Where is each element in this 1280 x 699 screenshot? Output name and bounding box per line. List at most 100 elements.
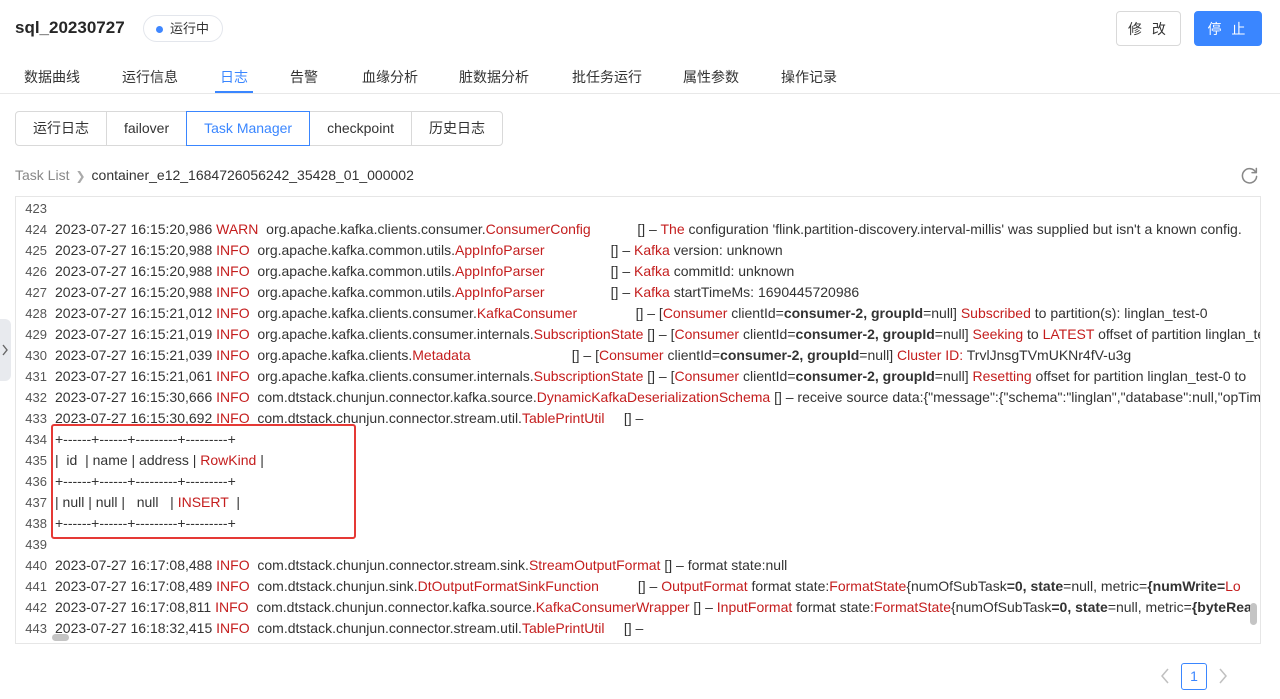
log-text: INFO — [216, 326, 250, 342]
tab-logs[interactable]: 日志 — [220, 67, 248, 87]
log-line-number: 432 — [25, 390, 47, 405]
log-type-failover[interactable]: failover — [106, 111, 188, 146]
log-type-checkpoint[interactable]: checkpoint — [309, 111, 413, 146]
log-viewer[interactable]: 423 424 2023-07-27 16:15:20,986 WARN org.a… — [15, 196, 1261, 644]
log-line-number: 440 — [25, 558, 47, 573]
log-line: 428 2023-07-27 16:15:21,012 INFO org.apac… — [16, 303, 1260, 324]
log-text: {numOfSubTask — [906, 578, 1007, 594]
tab-run-info[interactable]: 运行信息 — [122, 67, 178, 87]
status-badge: 运行中 — [143, 15, 224, 42]
log-type-history[interactable]: 历史日志 — [411, 111, 504, 146]
log-text: AppInfoParser — [455, 284, 545, 300]
log-text: org.apache.kafka.common.utils. — [249, 263, 456, 279]
vertical-scrollbar-thumb[interactable] — [1250, 603, 1257, 625]
log-text: =null, metric= — [1063, 578, 1148, 594]
log-text: FormatState — [873, 599, 951, 615]
log-text: [] – format state:null — [660, 557, 788, 573]
log-text: 2023-07-27 16:17:08,488 — [55, 557, 217, 573]
log-text: Metadata — [412, 347, 471, 363]
log-text: [] – receive source data:{"message":{"sc… — [770, 389, 1261, 405]
log-text: LATEST — [1042, 326, 1095, 342]
log-text: clientId= — [727, 305, 784, 321]
log-line-number: 439 — [25, 537, 47, 552]
log-text: offset for partition linglan_test-0 to — [1031, 368, 1247, 384]
log-text: Resetting — [972, 368, 1032, 384]
log-text: state — [1075, 599, 1108, 615]
log-line-number: 437 — [25, 495, 47, 510]
log-text: =0, — [1006, 578, 1031, 594]
next-page-icon[interactable] — [1215, 663, 1231, 689]
log-type-task-manager[interactable]: Task Manager — [186, 111, 311, 146]
log-text: 2023-07-27 16:15:21,039 — [55, 347, 217, 363]
tab-alerts[interactable]: 告警 — [290, 67, 318, 87]
log-line: 429 2023-07-27 16:15:21,019 INFO org.apac… — [16, 324, 1260, 345]
log-text: format state: — [792, 599, 874, 615]
log-line-number: 425 — [25, 243, 47, 258]
log-text: startTimeMs: 1690445720986 — [669, 284, 860, 300]
log-text: [] – — [544, 242, 634, 258]
prev-page-icon[interactable] — [1157, 663, 1173, 689]
log-line-number: 443 — [25, 621, 47, 636]
log-text: 2023-07-27 16:15:30,666 — [55, 389, 217, 405]
log-text: 2023-07-27 16:15:20,988 — [55, 242, 217, 258]
log-text: StreamOutputFormat — [528, 557, 661, 573]
log-text: to — [1023, 326, 1043, 342]
tab-data-curve[interactable]: 数据曲线 — [24, 67, 80, 87]
page-number-current[interactable]: 1 — [1181, 663, 1207, 690]
log-text: =0, — [1051, 599, 1076, 615]
log-line: 425 2023-07-27 16:15:20,988 INFO org.apac… — [16, 240, 1260, 261]
log-text: org.apache.kafka.clients.consumer.intern… — [249, 326, 534, 342]
log-text: com.dtstack.chunjun.connector.kafka.sour… — [249, 389, 537, 405]
log-text: 2023-07-27 16:15:20,986 — [55, 221, 217, 237]
status-label: 运行中 — [170, 21, 210, 36]
log-text: 2023-07-27 16:15:20,988 — [55, 263, 217, 279]
log-text: clientId= — [663, 347, 721, 363]
log-type-run-log[interactable]: 运行日志 — [15, 111, 107, 146]
log-text: consumer-2, groupId — [720, 347, 860, 363]
log-text: TablePrintUtil — [521, 620, 605, 636]
log-text: INFO — [216, 305, 250, 321]
log-text: KafkaConsumerWrapper — [535, 599, 690, 615]
log-line-number: 428 — [25, 306, 47, 321]
log-text: KafkaConsumer — [476, 305, 578, 321]
refresh-icon[interactable] — [1240, 166, 1259, 185]
log-text: 2023-07-27 16:15:21,012 — [55, 305, 217, 321]
log-text: AppInfoParser — [455, 242, 545, 258]
tab-batch-run[interactable]: 批任务运行 — [572, 67, 642, 87]
tab-operation-log[interactable]: 操作记录 — [781, 67, 837, 87]
tab-lineage[interactable]: 血缘分析 — [362, 67, 418, 87]
log-text: TablePrintUtil — [521, 410, 605, 426]
log-text: =null] — [859, 347, 898, 363]
log-text: SubscriptionState — [533, 368, 644, 384]
log-line-number: 444 — [16, 639, 47, 643]
log-text: org.apache.kafka.common.utils. — [249, 284, 456, 300]
log-text: FormatState — [829, 578, 907, 594]
stop-button[interactable]: 停 止 — [1194, 11, 1262, 46]
log-text: [] – — [689, 599, 717, 615]
horizontal-scrollbar-thumb[interactable] — [52, 634, 69, 641]
log-line: 426 2023-07-27 16:15:20,988 INFO org.apac… — [16, 261, 1260, 282]
breadcrumb-task-list[interactable]: Task List — [15, 167, 69, 183]
log-line-number: 441 — [25, 579, 47, 594]
log-line: 424 2023-07-27 16:15:20,986 WARN org.apac… — [16, 219, 1260, 240]
log-text: {numWrite= — [1147, 578, 1226, 594]
log-text: com.dtstack.chunjun.sink. — [249, 578, 418, 594]
tab-properties[interactable]: 属性参数 — [683, 67, 739, 87]
log-text: org.apache.kafka.clients.consumer. — [258, 221, 486, 237]
log-text: =null, metric= — [1107, 599, 1192, 615]
sidebar-expand-handle[interactable] — [0, 319, 11, 381]
breadcrumb-container: container_e12_1684726056242_35428_01_000… — [91, 167, 414, 183]
tab-dirty-data[interactable]: 脏数据分析 — [459, 67, 529, 87]
breadcrumb: Task List ❯ container_e12_1684726056242_35… — [15, 167, 414, 183]
log-text: AppInfoParser — [455, 263, 545, 279]
log-text: {byteRea — [1191, 599, 1252, 615]
log-text: [] – — [544, 284, 634, 300]
log-text: 2023-07-27 16:17:08,489 — [55, 578, 217, 594]
log-text: INFO — [216, 284, 250, 300]
edit-button[interactable]: 修 改 — [1116, 11, 1181, 46]
log-text: INFO — [216, 347, 250, 363]
log-line: 423 — [16, 198, 1260, 219]
log-text: [] – [ — [643, 368, 675, 384]
log-text: 2023-07-27 16:17:08,811 — [55, 599, 216, 615]
job-title: sql_20230727 — [15, 18, 125, 37]
